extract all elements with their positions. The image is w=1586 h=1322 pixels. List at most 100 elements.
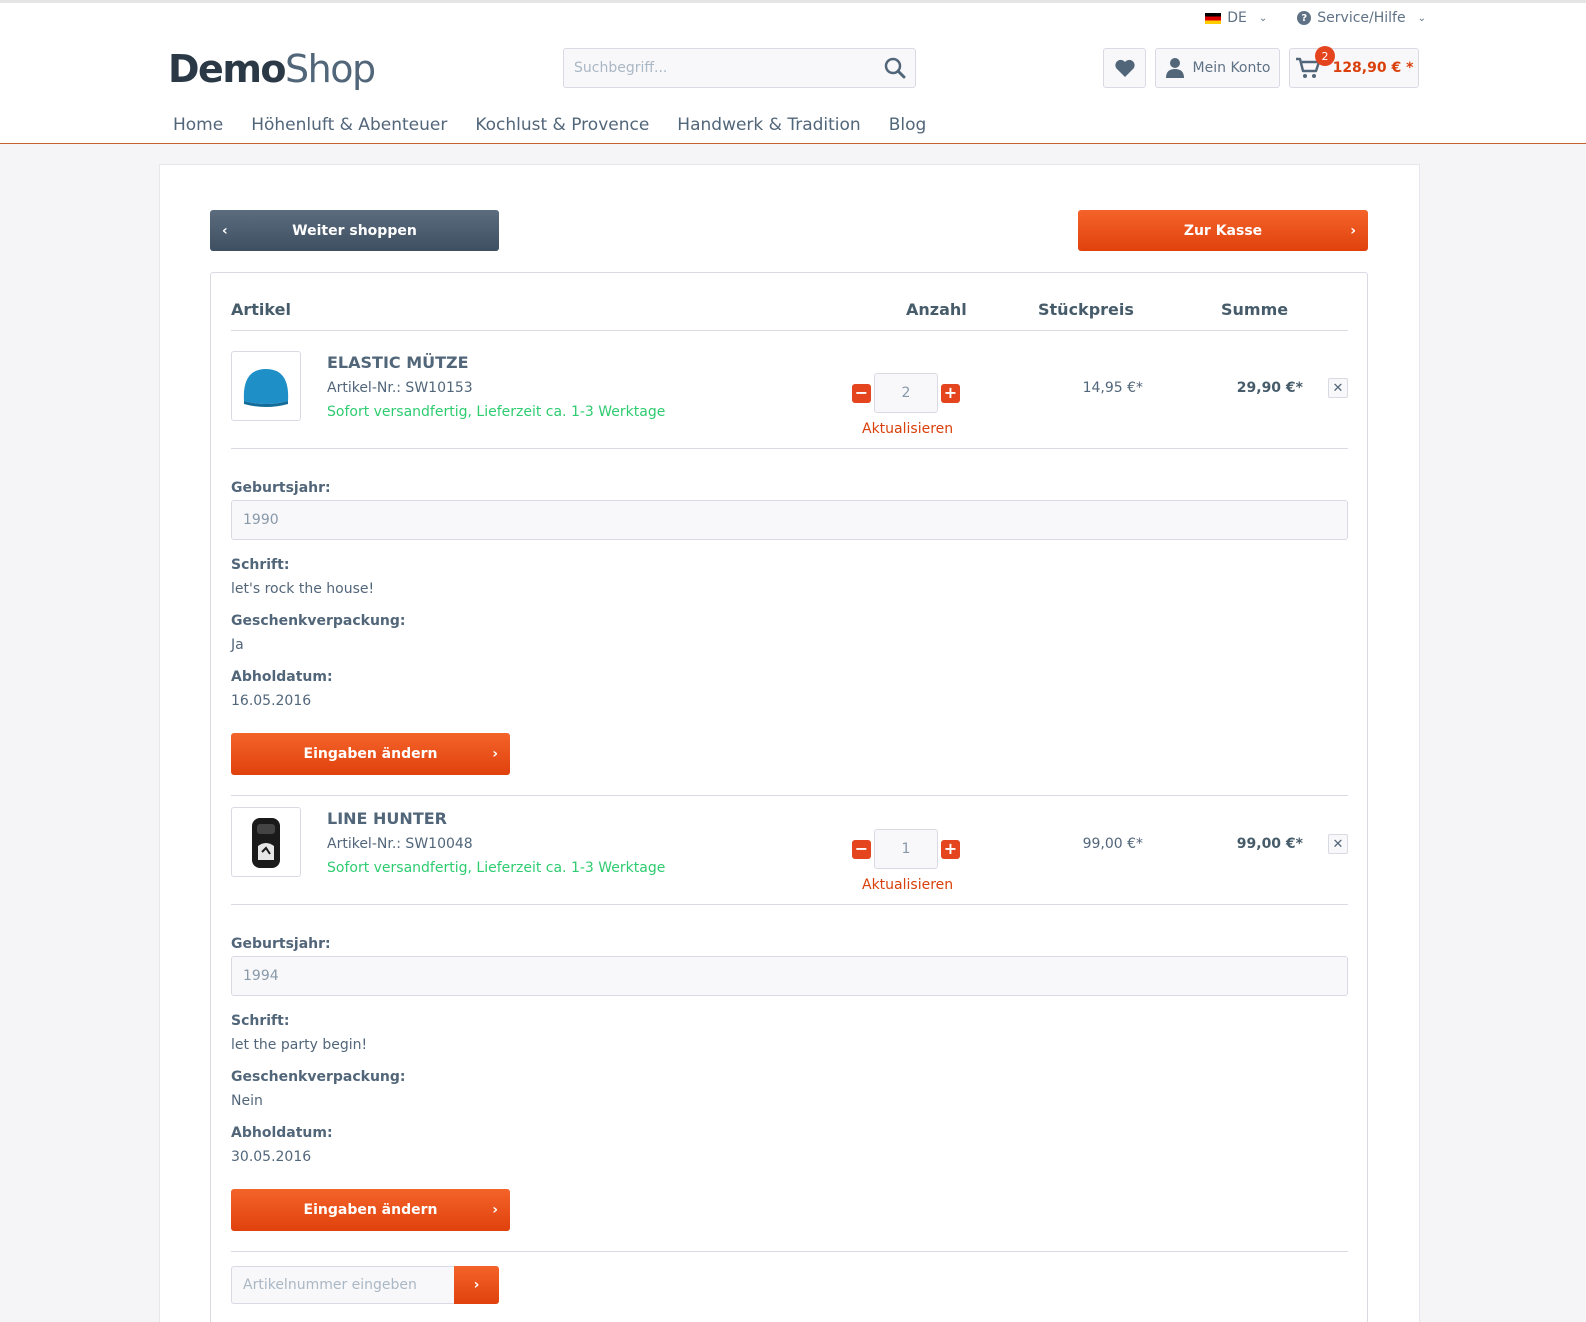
- remove-item-button[interactable]: ✕: [1328, 378, 1348, 398]
- continue-shopping-button[interactable]: ‹ Weiter shoppen: [210, 210, 499, 251]
- divider: [231, 1251, 1348, 1252]
- logo-light: Shop: [285, 47, 376, 91]
- nav-item-handwerk[interactable]: Handwerk & Tradition: [677, 115, 860, 135]
- delivery-info: Sofort versandfertig, Lieferzeit ca. 1-3…: [327, 404, 666, 420]
- header-quantity: Anzahl: [906, 300, 967, 319]
- update-link[interactable]: Aktualisieren: [862, 421, 953, 437]
- quantity-stepper: − 2 +: [852, 373, 960, 413]
- cart-item: ELASTIC MÜTZE Artikel-Nr.: SW10153 Sofor…: [231, 351, 1348, 451]
- edit-inputs-button[interactable]: Eingaben ändern ›: [231, 1189, 510, 1231]
- nav-item-kochlust[interactable]: Kochlust & Provence: [475, 115, 649, 135]
- continue-shopping-label: Weiter shoppen: [292, 222, 417, 239]
- header-unit-price: Stückpreis: [1038, 300, 1134, 319]
- nav-item-home[interactable]: Home: [173, 115, 223, 135]
- cart-content: ‹ Weiter shoppen Zur Kasse › Artikel Anz…: [159, 164, 1420, 1322]
- add-article-button[interactable]: ›: [454, 1266, 499, 1304]
- pickup-date-value: 16.05.2016: [231, 693, 312, 709]
- account-button[interactable]: Mein Konto: [1155, 48, 1280, 88]
- backpack-image-icon: [252, 818, 280, 868]
- font-value: let's rock the house!: [231, 581, 375, 597]
- chevron-right-icon: ›: [1350, 222, 1356, 239]
- cart-button[interactable]: 2 128,90 € *: [1289, 46, 1419, 88]
- logo-bold: Demo: [168, 47, 287, 91]
- language-switcher[interactable]: DE ⌄: [1205, 10, 1267, 26]
- account-label: Mein Konto: [1192, 60, 1271, 76]
- plus-button[interactable]: +: [941, 839, 960, 859]
- checkout-label: Zur Kasse: [1183, 222, 1263, 239]
- product-number: Artikel-Nr.: SW10153: [327, 380, 473, 396]
- product-name[interactable]: LINE HUNTER: [327, 809, 447, 828]
- language-label: DE: [1227, 10, 1247, 26]
- font-label: Schrift:: [231, 1013, 290, 1029]
- quantity-input[interactable]: 2: [874, 373, 938, 413]
- cart-count-badge: 2: [1315, 46, 1335, 66]
- beanie-image-icon: [243, 369, 289, 407]
- minus-button[interactable]: −: [852, 839, 871, 859]
- edit-inputs-label: Eingaben ändern: [303, 746, 438, 762]
- total-price: 29,90 €*: [1236, 380, 1303, 396]
- chevron-down-icon: ⌄: [1258, 12, 1268, 24]
- article-number-input[interactable]: Artikelnummer eingeben: [231, 1266, 454, 1304]
- search-button[interactable]: [875, 49, 915, 87]
- remove-item-button[interactable]: ✕: [1328, 834, 1348, 854]
- table-header: Artikel Anzahl Stückpreis Summe: [231, 273, 1348, 331]
- divider: [231, 795, 1348, 796]
- topbar: DE ⌄ ? Service/Hilfe ⌄: [1205, 10, 1426, 26]
- plus-button[interactable]: +: [941, 383, 960, 403]
- unit-price: 14,95 €*: [1082, 380, 1143, 396]
- question-icon: ?: [1297, 11, 1312, 25]
- chevron-down-icon: ⌄: [1417, 12, 1426, 24]
- quantity-input[interactable]: 1: [874, 829, 938, 869]
- pickup-date-label: Abholdatum:: [231, 669, 333, 685]
- minus-button[interactable]: −: [852, 383, 871, 403]
- birth-year-label: Geburtsjahr:: [231, 480, 331, 496]
- logo[interactable]: DemoShop: [168, 47, 376, 91]
- search-bar: [563, 48, 916, 88]
- wishlist-button[interactable]: [1103, 48, 1146, 88]
- quantity-stepper: − 1 +: [852, 829, 960, 869]
- gift-wrap-value: Nein: [231, 1093, 263, 1109]
- nav-item-blog[interactable]: Blog: [889, 115, 927, 135]
- header-total: Summe: [1221, 300, 1289, 319]
- main-navigation: Home Höhenluft & Abenteuer Kochlust & Pr…: [173, 115, 926, 135]
- divider: [231, 448, 1348, 449]
- unit-price: 99,00 €*: [1082, 836, 1143, 852]
- font-label: Schrift:: [231, 557, 290, 573]
- total-price: 99,00 €*: [1236, 836, 1303, 852]
- chevron-right-icon: ›: [492, 746, 498, 762]
- birth-year-input[interactable]: 1990: [231, 500, 1348, 540]
- product-image[interactable]: [231, 807, 301, 877]
- cart-table: Artikel Anzahl Stückpreis Summe ELASTIC …: [210, 272, 1368, 1322]
- product-image[interactable]: [231, 351, 301, 421]
- delivery-info: Sofort versandfertig, Lieferzeit ca. 1-3…: [327, 860, 666, 876]
- gift-wrap-label: Geschenkverpackung:: [231, 613, 406, 629]
- birth-year-label: Geburtsjahr:: [231, 936, 331, 952]
- chevron-right-icon: ›: [492, 1202, 498, 1218]
- gift-wrap-label: Geschenkverpackung:: [231, 1069, 406, 1085]
- header: DE ⌄ ? Service/Hilfe ⌄ DemoShop Mein Kon…: [0, 0, 1586, 144]
- product-number: Artikel-Nr.: SW10048: [327, 836, 473, 852]
- font-value: let the party begin!: [231, 1037, 368, 1053]
- cart-amount: 128,90 € *: [1332, 60, 1414, 76]
- chevron-left-icon: ‹: [222, 222, 228, 239]
- service-menu[interactable]: ? Service/Hilfe ⌄: [1297, 10, 1426, 26]
- header-article: Artikel: [231, 300, 291, 319]
- cart-item: LINE HUNTER Artikel-Nr.: SW10048 Sofort …: [231, 807, 1348, 907]
- nav-item-hoehenluft[interactable]: Höhenluft & Abenteuer: [251, 115, 447, 135]
- heart-icon: [1114, 59, 1135, 77]
- gift-wrap-value: Ja: [231, 637, 244, 653]
- checkout-button[interactable]: Zur Kasse ›: [1078, 210, 1368, 251]
- service-label: Service/Hilfe: [1317, 10, 1406, 26]
- product-name[interactable]: ELASTIC MÜTZE: [327, 353, 469, 372]
- update-link[interactable]: Aktualisieren: [862, 877, 953, 893]
- add-article-form: Artikelnummer eingeben ›: [231, 1266, 499, 1304]
- search-input[interactable]: [564, 49, 875, 87]
- search-icon: [884, 57, 906, 79]
- divider: [231, 904, 1348, 905]
- german-flag-icon: [1205, 12, 1222, 24]
- edit-inputs-label: Eingaben ändern: [303, 1202, 438, 1218]
- edit-inputs-button[interactable]: Eingaben ändern ›: [231, 733, 510, 775]
- pickup-date-value: 30.05.2016: [231, 1149, 312, 1165]
- pickup-date-label: Abholdatum:: [231, 1125, 333, 1141]
- birth-year-input[interactable]: 1994: [231, 956, 1348, 996]
